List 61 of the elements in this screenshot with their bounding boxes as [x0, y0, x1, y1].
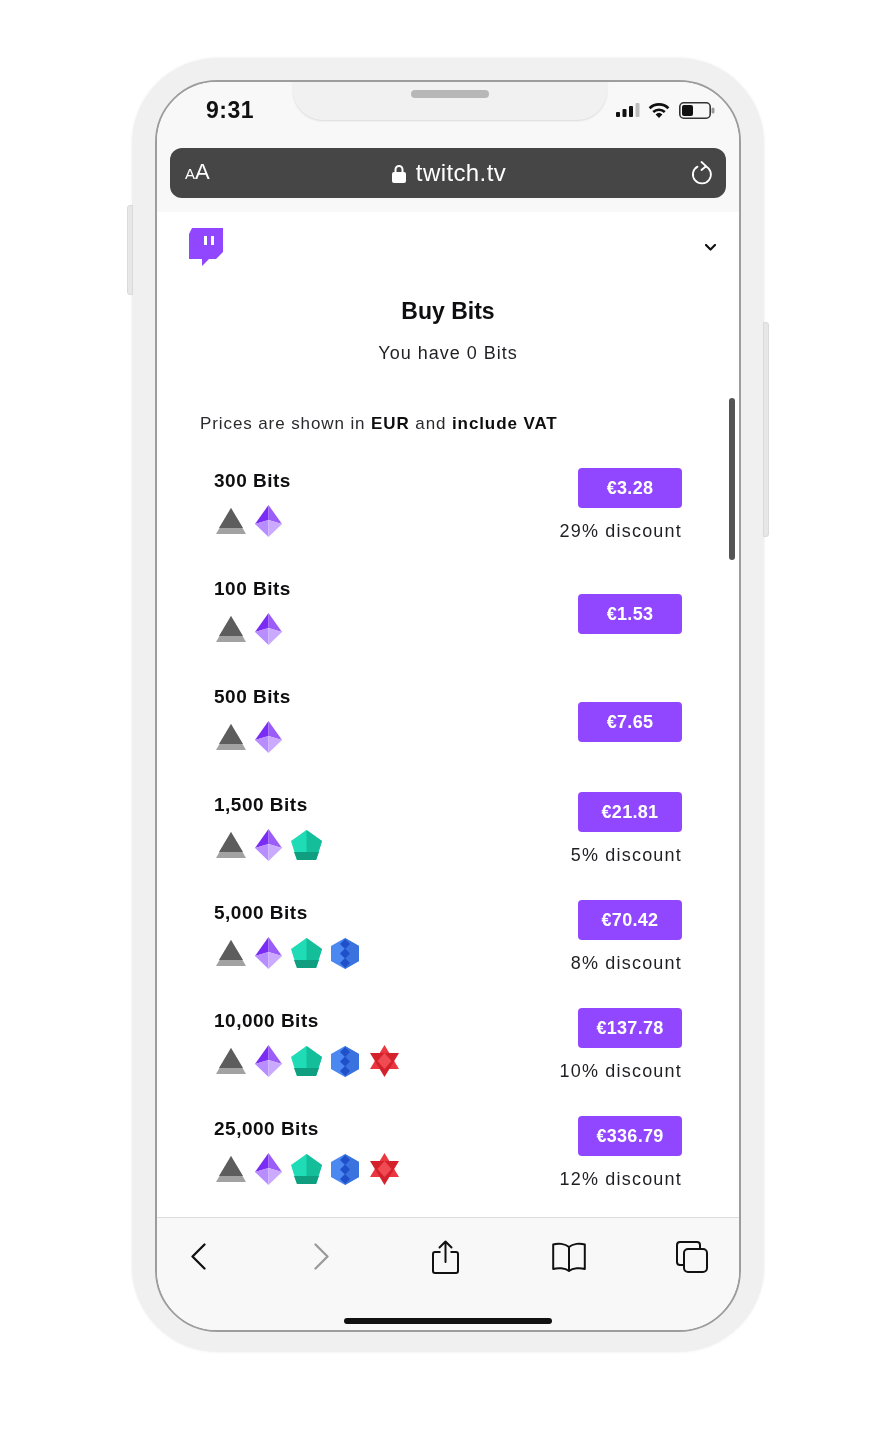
address-bar[interactable]: AA twitch.tv	[170, 148, 726, 198]
text-size-button[interactable]: AA	[185, 159, 210, 187]
pentagon-gem-icon	[291, 938, 322, 968]
url-text: twitch.tv	[415, 159, 507, 187]
hexagon-gem-icon	[331, 1045, 359, 1077]
triangle-gem-icon	[216, 1048, 246, 1074]
prism-gem-icon	[255, 721, 282, 753]
triangle-gem-icon	[216, 940, 246, 966]
discount-text: 29% discount	[559, 520, 682, 542]
reload-icon[interactable]	[691, 160, 713, 186]
discount-text: 12% discount	[559, 1168, 682, 1190]
triangle-gem-icon	[216, 832, 246, 858]
scrollbar[interactable]	[729, 398, 735, 560]
prism-gem-icon	[255, 1153, 282, 1185]
bits-amount: 5,000 Bits	[214, 901, 308, 925]
prism-gem-icon	[255, 505, 282, 537]
triangle-gem-icon	[216, 1156, 246, 1182]
balance-text: You have 0 Bits	[377, 342, 519, 365]
price-button[interactable]: €1.53	[578, 594, 682, 634]
discount-text: 10% discount	[559, 1060, 682, 1082]
pentagon-gem-icon	[291, 1046, 322, 1076]
bits-amount: 100 Bits	[214, 577, 291, 601]
chevron-left-icon[interactable]	[190, 1243, 206, 1270]
bits-amount: 10,000 Bits	[214, 1009, 319, 1033]
pentagon-gem-icon	[291, 830, 322, 860]
bits-amount: 1,500 Bits	[214, 793, 308, 817]
status-time: 9:31	[206, 96, 255, 124]
page-title: Buy Bits	[400, 297, 496, 326]
lock-icon	[391, 163, 406, 183]
share-icon[interactable]	[431, 1239, 459, 1274]
triangle-gem-icon	[216, 616, 246, 642]
hexagon-gem-icon	[331, 937, 359, 969]
signal-icon	[616, 103, 640, 117]
bits-amount: 500 Bits	[214, 685, 291, 709]
price-button[interactable]: €7.65	[578, 702, 682, 742]
price-button[interactable]: €137.78	[578, 1008, 682, 1048]
prism-gem-icon	[255, 829, 282, 861]
triangle-gem-icon	[216, 508, 246, 534]
price-button[interactable]: €70.42	[578, 900, 682, 940]
battery-icon	[679, 101, 715, 119]
bits-amount: 300 Bits	[214, 469, 291, 493]
chevron-down-icon[interactable]	[705, 243, 716, 251]
price-button[interactable]: €336.79	[578, 1116, 682, 1156]
tabs-icon[interactable]	[676, 1240, 708, 1273]
logo-icon[interactable]	[189, 228, 223, 266]
price-note: Prices are shown in EUR and include VAT	[200, 413, 559, 435]
wifi-icon	[648, 102, 670, 118]
prism-gem-icon	[255, 937, 282, 969]
star-gem-icon	[368, 1045, 401, 1077]
bits-amount: 25,000 Bits	[214, 1117, 319, 1141]
pentagon-gem-icon	[291, 1154, 322, 1184]
discount-text: 8% discount	[570, 952, 682, 974]
price-button[interactable]: €21.81	[578, 792, 682, 832]
price-button[interactable]: €3.28	[578, 468, 682, 508]
prism-gem-icon	[255, 1045, 282, 1077]
hexagon-gem-icon	[331, 1153, 359, 1185]
discount-text: 5% discount	[570, 844, 682, 866]
triangle-gem-icon	[216, 724, 246, 750]
star-gem-icon	[368, 1153, 401, 1185]
prism-gem-icon	[255, 613, 282, 645]
book-icon[interactable]	[551, 1241, 586, 1272]
